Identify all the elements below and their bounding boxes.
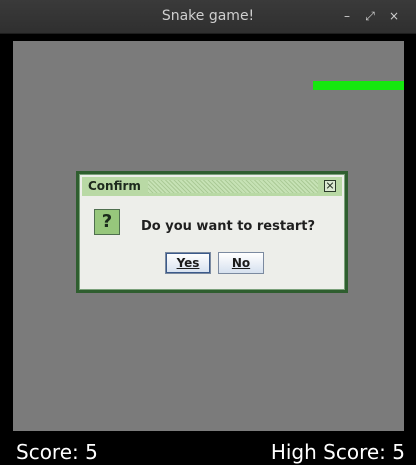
score-bar: Score: 5 High Score: 5 [0,431,416,465]
snake-body [313,81,404,90]
yes-button[interactable]: Yes [165,252,211,274]
high-score-label: High Score: 5 [270,440,405,464]
confirm-dialog: Confirm ? Do you want to restart? Yes No [76,171,348,293]
restore-button[interactable]: ⤢ [362,8,378,24]
question-icon: ? [94,209,120,235]
no-button[interactable]: No [218,252,264,274]
dialog-title: Confirm [88,179,141,193]
snake-game-window: Snake game! – ⤢ × Confirm ? Do you want … [0,0,416,465]
dialog-titlebar[interactable]: Confirm [82,177,342,196]
minimize-button[interactable]: – [339,8,355,24]
window-titlebar[interactable]: Snake game! – ⤢ × [0,0,416,34]
close-icon[interactable] [324,180,336,192]
score-label: Score: 5 [16,440,98,464]
titlebar-grip-pattern [148,180,318,193]
close-button[interactable]: × [386,8,402,24]
dialog-message: Do you want to restart? [141,219,316,234]
